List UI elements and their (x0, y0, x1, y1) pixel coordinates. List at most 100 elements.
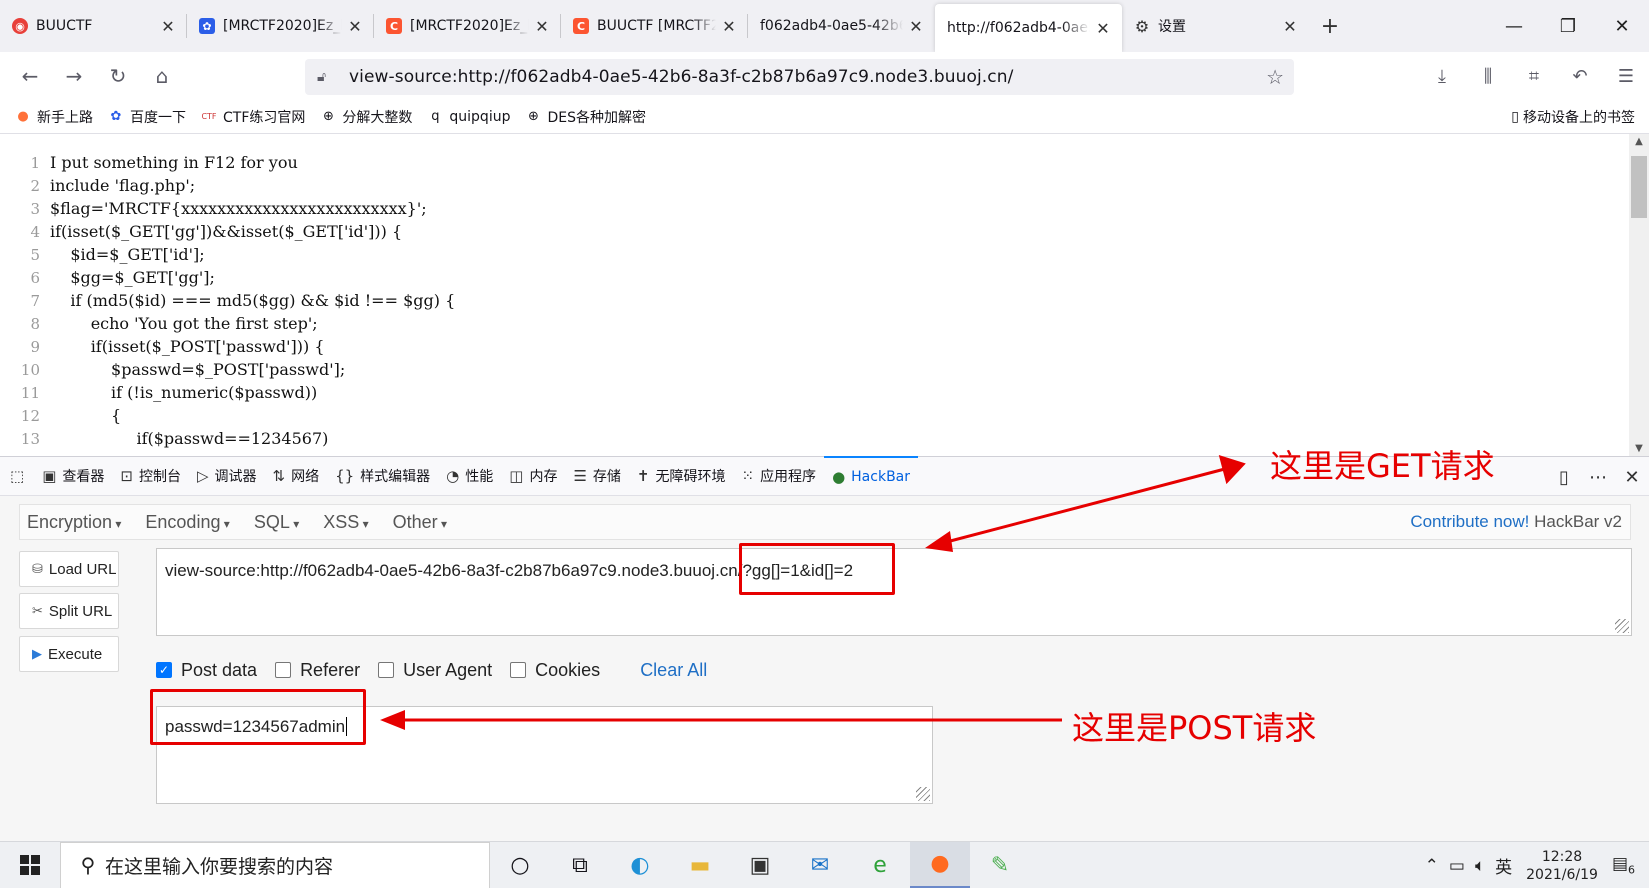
close-icon[interactable]: ✕ (720, 17, 738, 36)
devtools-tab-hackbar[interactable]: ● HackBar (824, 456, 919, 496)
grid-icon: ⁙ (741, 467, 755, 485)
insecure-lock-icon[interactable]: 🔓︎ (317, 69, 337, 85)
app-icon[interactable]: ✎ (970, 842, 1030, 888)
devtools-tab-style-editor[interactable]: {} 样式编辑器 (327, 456, 438, 496)
element-picker-icon[interactable]: ⬚ (0, 456, 34, 496)
home-icon[interactable]: ⌂ (142, 56, 182, 96)
ie-icon[interactable]: e (850, 842, 910, 888)
download-icon[interactable]: ⤓ (1419, 52, 1465, 100)
bookmark-item[interactable]: CTF CTF练习官网 (200, 107, 305, 127)
screenshot-icon[interactable]: ⌗ (1511, 52, 1557, 100)
devtools-tab-application[interactable]: ⁙ 应用程序 (733, 456, 824, 496)
bookmark-item[interactable]: q quipqiup (426, 108, 510, 126)
bookmark-item[interactable]: ⊕ 分解大整数 (319, 107, 412, 127)
checkbox-icon[interactable] (275, 662, 292, 678)
menu-sql[interactable]: SQL (254, 512, 299, 533)
source-line: 10 $passwd=$_POST['passwd']; (0, 358, 1629, 381)
task-view-icon[interactable]: ⧉ (550, 842, 610, 888)
tab-challenge[interactable]: f062adb4-0ae5-42b6 ✕ (748, 0, 935, 52)
cortana-icon[interactable]: ○ (490, 842, 550, 888)
bookmark-star-icon[interactable]: ☆ (1266, 65, 1284, 89)
devtools-tab-accessibility[interactable]: ✝ 无障碍环境 (629, 456, 734, 496)
gear-icon: ⚙ (1134, 16, 1150, 36)
tab-active-source[interactable]: http://f062adb4-0ae5 ✕ (935, 4, 1122, 52)
back-icon[interactable]: ← (10, 56, 50, 96)
tab-csdn-2[interactable]: C BUUCTF [MRCTF2020] ✕ (561, 0, 748, 52)
line-number: 8 (30, 314, 40, 333)
restore-icon[interactable]: ❐ (1541, 0, 1595, 52)
devtools-tab-storage[interactable]: ☰ 存储 (565, 456, 628, 496)
bookmark-item[interactable]: ● 新手上路 (14, 107, 93, 127)
close-icon[interactable]: ✕ (159, 17, 177, 36)
network-tray-icon[interactable]: ▭ (1449, 856, 1465, 876)
undo-close-icon[interactable]: ↶ (1557, 52, 1603, 100)
resize-grip-icon[interactable] (916, 787, 930, 801)
library-icon[interactable]: ⫼ (1465, 52, 1511, 100)
split-url-button[interactable]: ✂ Split URL (19, 593, 119, 629)
line-code: if(isset($_POST['passwd'])) { (50, 337, 325, 356)
start-button[interactable] (0, 842, 60, 888)
close-icon[interactable]: ✕ (1281, 17, 1299, 36)
ime-indicator[interactable]: 英 (1495, 853, 1512, 878)
post-data-checkbox[interactable]: ✓ Post data (156, 660, 257, 681)
store-icon[interactable]: ▣ (730, 842, 790, 888)
clear-all-link[interactable]: Clear All (640, 660, 707, 681)
checkbox-checked-icon[interactable]: ✓ (156, 662, 172, 678)
checkbox-icon[interactable] (378, 662, 395, 678)
load-url-button[interactable]: ⛁ Load URL (19, 551, 119, 587)
file-explorer-icon[interactable]: ▬ (670, 842, 730, 888)
menu-other[interactable]: Other (393, 512, 447, 533)
source-scrollbar[interactable]: ▲ ▼ (1629, 134, 1649, 456)
menu-xss[interactable]: XSS (323, 512, 368, 533)
chevron-up-icon[interactable]: ⌃ (1425, 856, 1439, 876)
contribute-link[interactable]: Contribute now! HackBar v2 (1410, 512, 1622, 532)
devtools-tab-console[interactable]: ⊡ 控制台 (112, 456, 189, 496)
address-bar[interactable]: 🔓︎ view-source:http://f062adb4-0ae5-42b6… (305, 59, 1294, 95)
bookmark-item[interactable]: ⊕ DES各种加解密 (524, 107, 646, 127)
close-icon[interactable]: ✕ (346, 17, 364, 36)
devtools-tab-inspector[interactable]: ▣ 查看器 (34, 456, 112, 496)
edge-icon[interactable]: ◐ (610, 842, 670, 888)
execute-button[interactable]: ▶ Execute (19, 636, 119, 672)
close-devtools-icon[interactable]: ✕ (1615, 457, 1649, 497)
scroll-up-icon[interactable]: ▲ (1629, 136, 1649, 147)
firefox-taskbar-icon[interactable]: ● (910, 841, 970, 888)
devtools-tab-performance[interactable]: ◔ 性能 (438, 456, 501, 496)
menu-encoding[interactable]: Encoding (145, 512, 229, 533)
resize-grip-icon[interactable] (1615, 619, 1629, 633)
more-options-icon[interactable]: ⋯ (1581, 457, 1615, 497)
scroll-thumb[interactable] (1631, 156, 1647, 218)
taskbar-search[interactable]: ⚲ 在这里输入你要搜索的内容 (60, 841, 490, 888)
referer-checkbox[interactable]: Referer (275, 660, 360, 681)
minimize-icon[interactable]: — (1487, 0, 1541, 52)
cookies-checkbox[interactable]: Cookies (510, 660, 600, 681)
new-tab-button[interactable]: + (1309, 0, 1351, 52)
volume-icon[interactable]: 🔈︎ (1475, 856, 1485, 876)
close-icon[interactable]: ✕ (907, 17, 925, 36)
scroll-down-icon[interactable]: ▼ (1629, 443, 1649, 454)
dock-icon[interactable]: ▯ (1547, 457, 1581, 497)
close-icon[interactable]: ✕ (533, 17, 551, 36)
mobile-bookmarks[interactable]: ▯ 移动设备上的书签 (1511, 100, 1635, 134)
close-window-icon[interactable]: ✕ (1595, 0, 1649, 52)
devtools-tab-memory[interactable]: ◫ 内存 (501, 456, 565, 496)
post-data-highlight (150, 689, 366, 745)
tab-baidu[interactable]: ✿ [MRCTF2020]Ez_bypass ✕ (187, 0, 374, 52)
checkbox-icon[interactable] (510, 662, 527, 678)
tab-buuctf[interactable]: ◉ BUUCTF ✕ (0, 0, 187, 52)
clock[interactable]: 12:28 2021/6/19 (1526, 848, 1598, 884)
devtools-tab-network[interactable]: ⇅ 网络 (265, 456, 328, 496)
close-icon[interactable]: ✕ (1094, 19, 1112, 38)
menu-icon[interactable]: ☰ (1603, 52, 1649, 100)
mail-icon[interactable]: ✉ (790, 842, 850, 888)
menu-encryption[interactable]: Encryption (27, 512, 121, 533)
tab-settings[interactable]: ⚙ 设置 ✕ (1122, 0, 1309, 52)
tab-csdn-1[interactable]: C [MRCTF2020]Ez_bypass ✕ (374, 0, 561, 52)
user-agent-checkbox[interactable]: User Agent (378, 660, 492, 681)
notification-icon[interactable]: ▤6 (1612, 854, 1635, 876)
reload-icon[interactable]: ↻ (98, 56, 138, 96)
devtools-tab-debugger[interactable]: ▷ 调试器 (189, 456, 265, 496)
url-text[interactable]: view-source:http://f062adb4-0ae5-42b6-8a… (349, 67, 1013, 87)
forward-icon[interactable]: → (54, 56, 94, 96)
bookmark-item[interactable]: ✿ 百度一下 (107, 107, 186, 127)
